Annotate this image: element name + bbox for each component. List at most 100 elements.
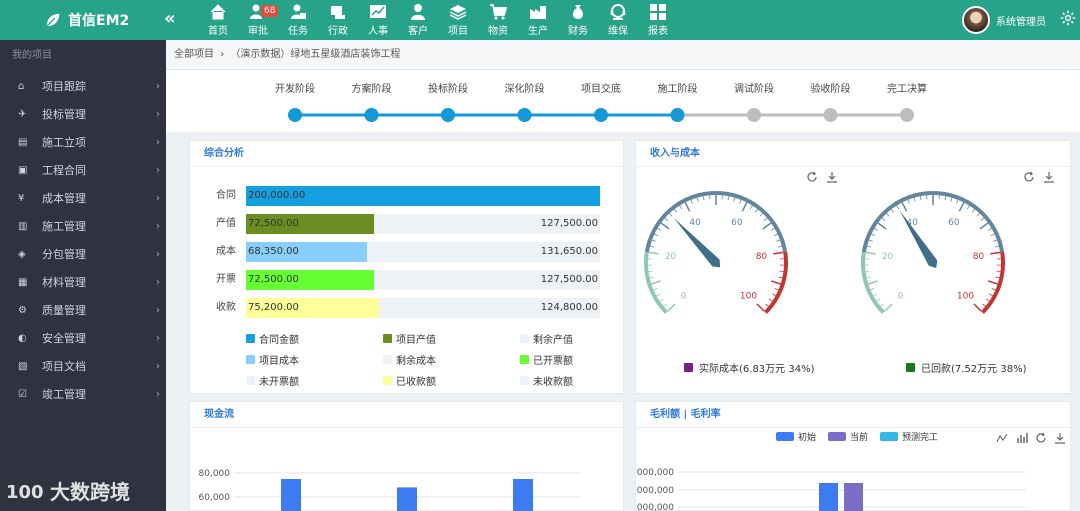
sidebar-item-5[interactable]: ▥ 施工管理 ›: [0, 212, 166, 240]
chevron-right-icon: ›: [156, 164, 160, 176]
customer-icon: [411, 4, 425, 20]
gauge-tick: [973, 303, 982, 312]
cashflow-bar[interactable]: [281, 479, 301, 511]
gauge-tick: [733, 197, 736, 202]
nav-item-6[interactable]: 项目: [438, 0, 478, 40]
legend-swatch: [246, 334, 255, 343]
avatar[interactable]: [962, 6, 990, 34]
gauge-legend-received[interactable]: 已回款(7.52万元 38%): [906, 360, 1026, 375]
gauge-tick: [991, 288, 996, 291]
stage-dot[interactable]: [288, 108, 302, 122]
nav-item-4[interactable]: 人事: [358, 0, 398, 40]
gauge-tick: [944, 196, 947, 201]
nav-item-5[interactable]: 客户: [398, 0, 438, 40]
stage-dot[interactable]: [441, 108, 455, 122]
sidebar-item-11[interactable]: ☑ 竣工管理 ›: [0, 380, 166, 408]
sidebar-item-0[interactable]: ⌂ 项目跟踪 ›: [0, 72, 166, 100]
legend-label: 合同金额: [259, 335, 299, 346]
sidebar-item-label: 成本管理: [42, 192, 86, 205]
home-icon: ⌂: [18, 80, 25, 92]
breadcrumb-root[interactable]: 全部项目: [174, 49, 214, 60]
margin-bar-initial[interactable]: [819, 483, 838, 511]
sidebar-item-7[interactable]: ▦ 材料管理 ›: [0, 268, 166, 296]
gauge-tick: [684, 202, 691, 212]
bar-track[interactable]: 75,200.00 124,800.00: [246, 298, 600, 318]
refresh-icon[interactable]: [806, 171, 818, 186]
stage-dot[interactable]: [900, 108, 914, 122]
bar-track[interactable]: 68,350.00 131,650.00: [246, 242, 600, 262]
nav-item-label: 生产: [528, 26, 548, 37]
stage-dot[interactable]: [670, 108, 685, 122]
legend-swatch: [684, 363, 693, 372]
gauge-tick: [982, 303, 986, 307]
analysis-legend-item[interactable]: 未收款额: [520, 373, 610, 388]
legend-swatch: [520, 376, 529, 385]
cashflow-bar[interactable]: [513, 479, 533, 511]
analysis-legend-item[interactable]: 已收款额: [383, 373, 520, 388]
nav-item-0[interactable]: 首页: [198, 0, 238, 40]
legend-swatch: [246, 355, 255, 364]
analysis-legend-item[interactable]: 剩余产值: [520, 331, 610, 346]
sidebar-item-8[interactable]: ⚙ 质量管理 ›: [0, 296, 166, 324]
sidebar-item-9[interactable]: ◐ 安全管理 ›: [0, 324, 166, 352]
analysis-legend-item[interactable]: 剩余成本: [383, 352, 520, 367]
gauge-tick: [653, 288, 658, 291]
sidebar-item-label: 投标管理: [42, 108, 86, 121]
stage-dot[interactable]: [823, 108, 838, 122]
analysis-legend-item[interactable]: 项目产值: [383, 331, 520, 346]
gauge-legend-cost[interactable]: 实际成本(6.83万元 34%): [684, 360, 814, 375]
stage-label[interactable]: 完工决算: [887, 82, 927, 95]
sidebar-item-3[interactable]: ▣ 工程合同 ›: [0, 156, 166, 184]
sidebar-item-label: 材料管理: [42, 276, 86, 289]
user-menu[interactable]: 系统管理员: [962, 6, 1046, 34]
nav-item-label: 首页: [208, 26, 228, 37]
sidebar-item-10[interactable]: ▧ 项目文档 ›: [0, 352, 166, 380]
sidebar-item-2[interactable]: ▤ 施工立项 ›: [0, 128, 166, 156]
analysis-legend-item[interactable]: 项目成本: [246, 352, 383, 367]
sidebar-item-6[interactable]: ◈ 分包管理 ›: [0, 240, 166, 268]
app-brand[interactable]: 首信EM2: [44, 10, 129, 30]
nav-item-2[interactable]: 任务: [278, 0, 318, 40]
cashflow-bar[interactable]: [397, 487, 417, 511]
stage-label[interactable]: 投标阶段: [428, 82, 468, 95]
money-bag-icon: [573, 5, 583, 19]
gauge-tick: [754, 209, 758, 213]
stage-label[interactable]: 开发阶段: [275, 82, 315, 95]
download-icon[interactable]: [826, 171, 838, 186]
analysis-legend-item[interactable]: 合同金额: [246, 331, 383, 346]
analysis-legend-item[interactable]: 已开票额: [520, 352, 610, 367]
stage-label[interactable]: 调试阶段: [734, 82, 774, 95]
sidebar-item-4[interactable]: ¥ 成本管理 ›: [0, 184, 166, 212]
stage-dot[interactable]: [747, 108, 761, 122]
stage-label[interactable]: 施工阶段: [658, 82, 698, 95]
nav-item-9[interactable]: 财务: [558, 0, 598, 40]
stage-label[interactable]: 深化阶段: [505, 82, 545, 95]
sidebar-item-1[interactable]: ✈ 投标管理 ›: [0, 100, 166, 128]
bank-icon: ▥: [18, 220, 28, 232]
bar-track[interactable]: 72,500.00 127,500.00: [246, 270, 600, 290]
margin-panel: 毛利额 | 毛利率 初始 当前 预测完工 ,000,000,000,000,000,…: [635, 401, 1071, 511]
analysis-legend-item[interactable]: 未开票额: [246, 373, 383, 388]
nav-item-7[interactable]: 物资: [478, 0, 518, 40]
gear-icon[interactable]: [1060, 10, 1076, 29]
nav-item-10[interactable]: 维保: [598, 0, 638, 40]
stage-dot[interactable]: [594, 108, 608, 122]
download-icon[interactable]: [1043, 171, 1055, 186]
nav-item-1[interactable]: 审批 68: [238, 0, 279, 40]
refresh-icon[interactable]: [1023, 171, 1035, 186]
collapse-sidebar-button[interactable]: «: [164, 8, 176, 29]
nav-item-8[interactable]: 生产: [518, 0, 558, 40]
stage-label[interactable]: 方案阶段: [352, 82, 392, 95]
admin-icon: [331, 6, 345, 19]
chart-icon: [370, 5, 386, 18]
bar-track[interactable]: 72,500.00 127,500.00: [246, 214, 600, 234]
nav-item-3[interactable]: 行政: [318, 0, 358, 40]
stage-dot[interactable]: [517, 108, 532, 122]
stage-label[interactable]: 项目交底: [581, 82, 621, 95]
stage-label[interactable]: 验收阶段: [811, 82, 851, 95]
bar-track[interactable]: 200,000.00: [246, 186, 600, 206]
nav-item-11[interactable]: 报表: [638, 0, 678, 40]
margin-bar-current[interactable]: [844, 483, 863, 511]
stage-dot[interactable]: [364, 108, 379, 122]
watermark: 100 大数跨境: [6, 476, 130, 505]
